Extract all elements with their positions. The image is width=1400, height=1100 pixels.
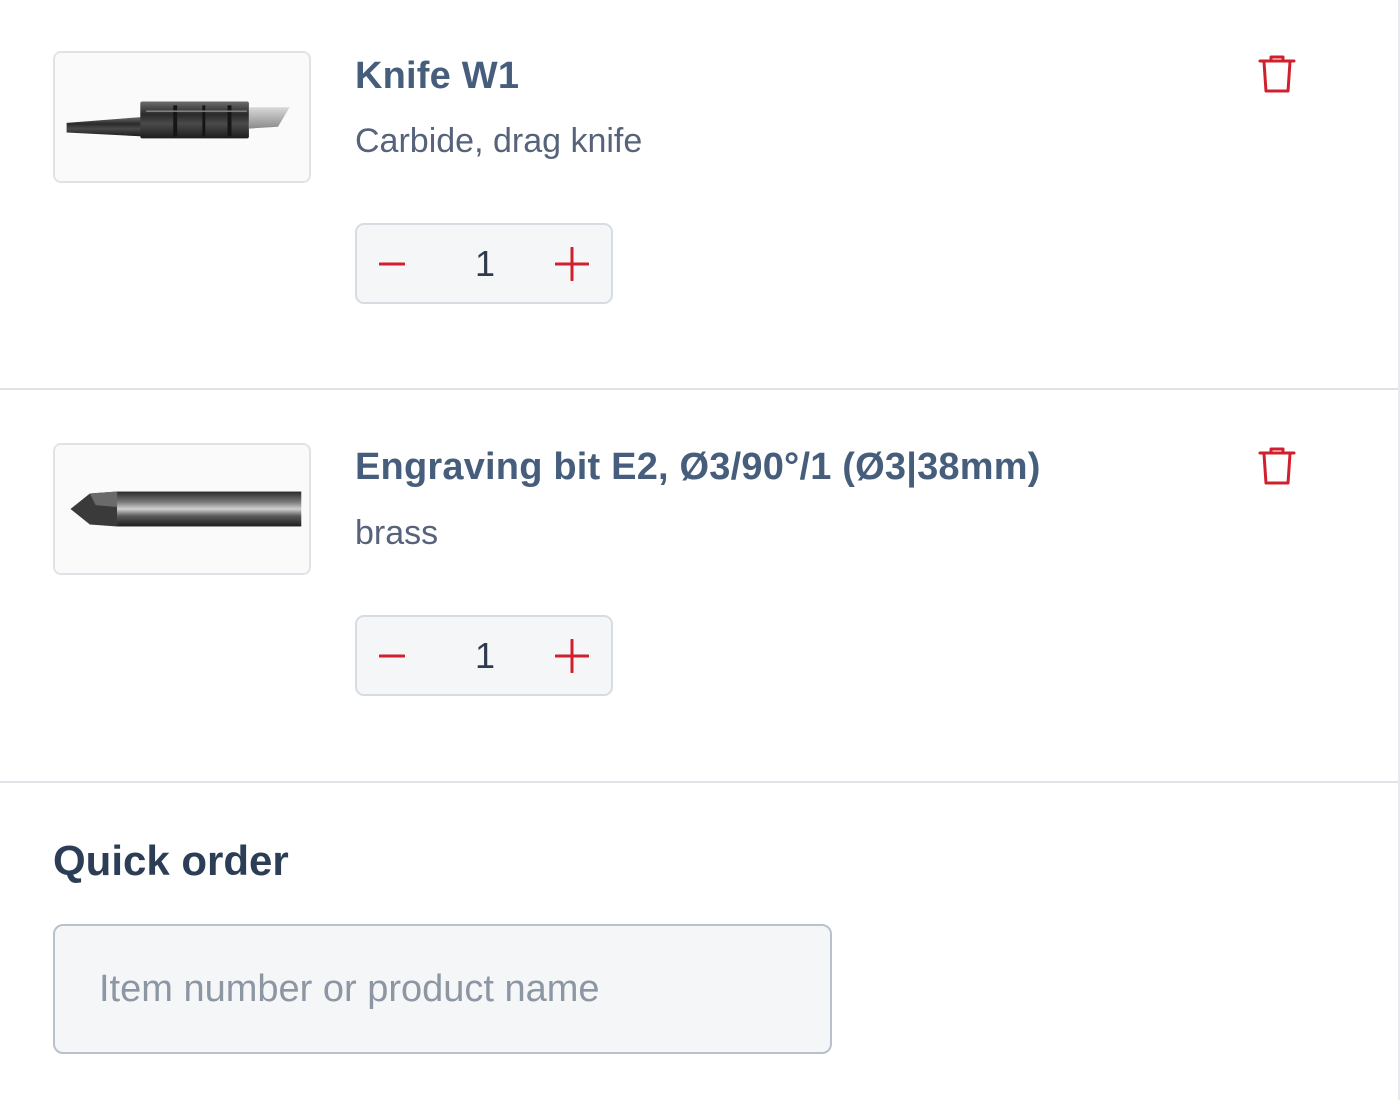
cart-item: Knife W1 Carbide, drag knife 1: [0, 0, 1398, 390]
trash-icon: [1258, 447, 1296, 485]
minus-icon: [379, 654, 405, 657]
drag-knife-blade-image: [56, 53, 308, 181]
decrease-quantity-button[interactable]: [357, 225, 427, 302]
product-image[interactable]: [53, 51, 311, 183]
remove-item-button[interactable]: [1256, 445, 1298, 487]
product-title[interactable]: Engraving bit E2, Ø3/90°/1 (Ø3|38mm): [355, 446, 1041, 489]
minus-icon: [379, 262, 405, 265]
quick-order-search-input[interactable]: [53, 924, 832, 1054]
quantity-stepper: 1: [355, 615, 613, 696]
quick-order-section: Quick order: [0, 783, 1398, 1100]
shopping-cart: Knife W1 Carbide, drag knife 1 Engraving…: [0, 0, 1400, 1100]
plus-icon: [555, 638, 589, 673]
product-title[interactable]: Knife W1: [355, 55, 519, 98]
plus-icon: [555, 246, 589, 281]
product-image[interactable]: [53, 443, 311, 575]
quantity-value[interactable]: 1: [447, 225, 523, 302]
quick-order-heading: Quick order: [53, 837, 289, 884]
product-description: brass: [355, 514, 439, 552]
decrease-quantity-button[interactable]: [357, 617, 427, 694]
remove-item-button[interactable]: [1256, 53, 1298, 95]
engraving-bit-image: [56, 445, 308, 573]
quantity-stepper: 1: [355, 223, 613, 304]
trash-icon: [1258, 55, 1296, 93]
increase-quantity-button[interactable]: [537, 617, 607, 694]
cart-item: Engraving bit E2, Ø3/90°/1 (Ø3|38mm) bra…: [0, 390, 1398, 783]
product-description: Carbide, drag knife: [355, 122, 643, 160]
increase-quantity-button[interactable]: [537, 225, 607, 302]
quantity-value[interactable]: 1: [447, 617, 523, 694]
